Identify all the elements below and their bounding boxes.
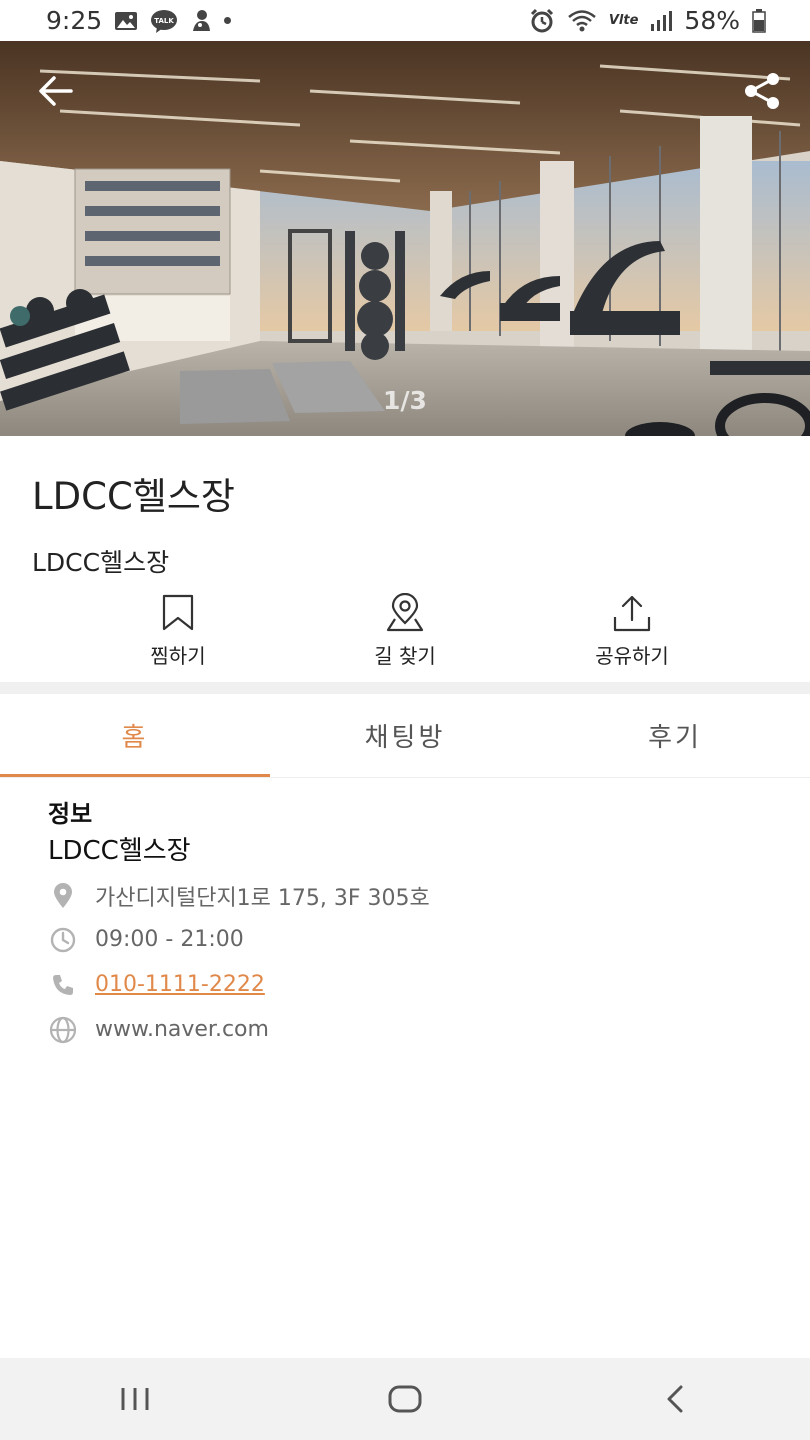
address-row: 가산디지털단지1로 175, 3F 305호 (48, 880, 430, 912)
system-nav-bar (0, 1358, 810, 1440)
ghost-icon (190, 9, 212, 33)
kakaotalk-icon: TALK (150, 9, 178, 33)
gallery-icon (114, 11, 138, 31)
address-text: 가산디지털단지1로 175, 3F 305호 (95, 886, 430, 911)
phone-row: 010-1111-2222 (48, 970, 265, 999)
volte-icon: Vlte (608, 13, 639, 28)
wifi-icon (567, 9, 597, 33)
tab-bar: 홈 채팅방 후기 (0, 694, 810, 778)
home-icon (388, 1385, 422, 1413)
battery-percent: 58% (684, 6, 740, 35)
directions-button[interactable]: 길 찾기 (325, 592, 485, 669)
alarm-icon (529, 8, 555, 34)
save-label: 찜하기 (150, 644, 206, 668)
back-chevron-icon (667, 1385, 683, 1413)
action-bar: 찜하기 길 찾기 공유하기 (0, 592, 810, 672)
share-action-button[interactable]: 공유하기 (552, 592, 712, 669)
bookmark-icon (161, 592, 195, 634)
recent-apps-button[interactable] (75, 1369, 195, 1429)
image-page-indicator: 1/3 (383, 386, 427, 415)
status-time: 9:25 (46, 6, 103, 35)
globe-icon (48, 1015, 77, 1044)
recent-apps-icon (121, 1388, 149, 1410)
status-bar: 9:25 TALK Vlte 58% (0, 0, 810, 41)
status-right: Vlte 58% (529, 6, 766, 35)
clock-icon (48, 925, 77, 954)
back-nav-button[interactable] (615, 1369, 735, 1429)
directions-label: 길 찾기 (374, 644, 436, 668)
share-label: 공유하기 (595, 644, 669, 668)
hours-row: 09:00 - 21:00 (48, 925, 244, 954)
info-heading: 정보 (48, 800, 93, 828)
website-text[interactable]: www.naver.com (95, 1017, 269, 1042)
info-place-name: LDCC헬스장 (48, 836, 191, 866)
home-button[interactable] (345, 1369, 465, 1429)
tab-home[interactable]: 홈 (0, 694, 270, 777)
page-title: LDCC헬스장 (32, 475, 235, 518)
gym-photo (0, 41, 810, 436)
place-subtitle: LDCC헬스장 (32, 548, 170, 577)
share-button[interactable] (738, 67, 786, 115)
save-button[interactable]: 찜하기 (98, 592, 258, 669)
signal-icon (650, 10, 673, 32)
arrow-left-icon (39, 76, 73, 106)
phone-link[interactable]: 010-1111-2222 (95, 972, 265, 997)
share-icon (745, 73, 779, 109)
upload-icon (612, 592, 652, 634)
back-button[interactable] (32, 67, 80, 115)
location-pin-icon (48, 882, 77, 911)
phone-icon (48, 970, 77, 999)
battery-icon (752, 8, 766, 33)
hours-text: 09:00 - 21:00 (95, 927, 244, 952)
dot-icon (224, 17, 232, 24)
website-row: www.naver.com (48, 1015, 269, 1044)
hero-image[interactable]: 1/3 (0, 41, 810, 436)
status-left: 9:25 TALK (46, 6, 232, 35)
tab-reviews[interactable]: 후기 (540, 694, 810, 777)
tab-chatroom[interactable]: 채팅방 (270, 694, 540, 777)
map-pin-icon (385, 592, 425, 634)
section-divider (0, 682, 810, 694)
svg-text:TALK: TALK (154, 17, 174, 25)
